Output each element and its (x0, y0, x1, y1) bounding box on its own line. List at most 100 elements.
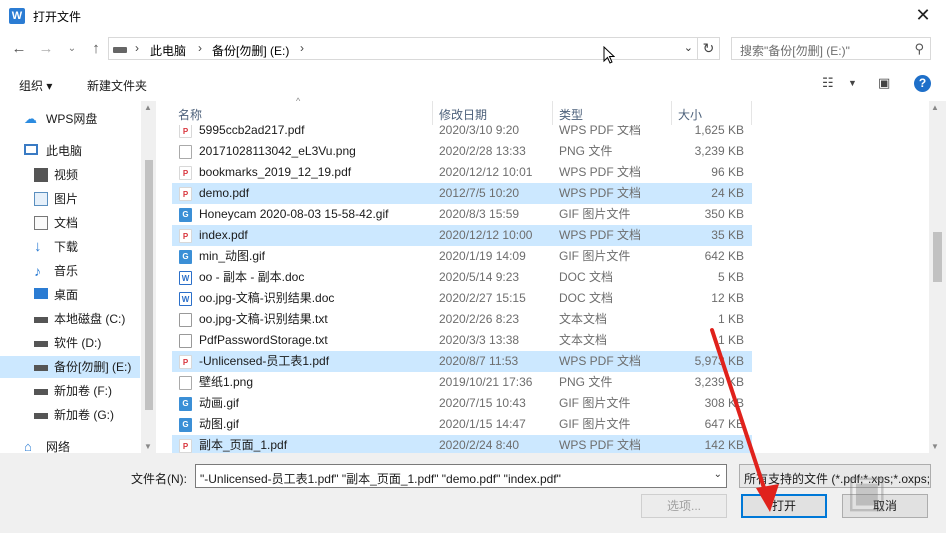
pdf-file-icon: P (179, 187, 192, 201)
sidebar-item-pictures[interactable]: 图片 (0, 188, 140, 210)
new-folder-button[interactable]: 新建文件夹 (87, 77, 147, 94)
txt-file-icon (179, 313, 192, 327)
file-row[interactable]: G Honeycam 2020-08-03 15-58-42.gif 2020/8/… (172, 204, 752, 225)
back-arrow-icon[interactable]: ← (9, 39, 29, 59)
sidebar-item-documents[interactable]: 文档 (0, 212, 140, 234)
file-row[interactable]: Woo - 副本 - 副本.doc 2020/5/14 9:23 DOC 文档 5 K… (172, 267, 752, 288)
view-options-icon[interactable]: ☷ (822, 75, 834, 91)
column-header-date[interactable]: 修改日期 (439, 106, 487, 123)
column-divider[interactable] (751, 101, 752, 125)
scroll-down-arrow-icon[interactable]: ▼ (931, 442, 939, 451)
refresh-icon[interactable]: ↻ (698, 37, 720, 60)
close-button[interactable]: ✕ (900, 0, 946, 31)
sidebar-item-downloads[interactable]: ↓ 下载 (0, 236, 140, 258)
file-date: 2020/2/28 13:33 (439, 144, 526, 158)
file-name: 副本_页面_1.pdf (199, 438, 288, 452)
column-divider[interactable] (432, 101, 433, 125)
file-row[interactable]: Gmin_动图.gif 2020/1/19 14:09 GIF 图片文件 642 KB (172, 246, 752, 267)
breadcrumb-drive-e[interactable]: 备份[勿删] (E:) (212, 42, 289, 59)
file-row[interactable]: G 动画.gif 2020/7/15 10:43 GIF 图片文件 308 KB (172, 393, 752, 414)
sidebar-item-music[interactable]: ♪ 音乐 (0, 260, 140, 282)
options-button[interactable]: 选项... (641, 494, 727, 518)
open-button[interactable]: 打开 (741, 494, 827, 518)
forward-arrow-icon[interactable]: → (36, 39, 56, 59)
file-date: 2020/2/24 8:40 (439, 438, 520, 452)
scroll-up-arrow-icon[interactable]: ▲ (144, 103, 152, 112)
file-type: 文本文档 (559, 312, 608, 326)
column-divider[interactable] (552, 101, 553, 125)
file-row[interactable]: P -Unlicensed-员工表1.pdf 2020/8/7 11:53 WPS P… (172, 351, 752, 372)
sidebar-item-this-pc[interactable]: 此电脑 (0, 140, 140, 162)
file-list-scrollbar-thumb[interactable] (933, 232, 942, 282)
search-box[interactable]: 搜索"备份[勿删] (E:)" ⚲ (731, 37, 931, 60)
file-list: P 5995ccb2ad217.pdf 2020/3/10 9:20 WPS PDF … (172, 125, 752, 453)
file-row[interactable]: G 动图.gif 2020/1/15 14:47 GIF 图片文件 647 KB (172, 414, 752, 435)
sidebar-item-network[interactable]: ⌂ 网络 (0, 436, 140, 454)
file-name: oo.jpg-文稿-识别结果.doc (199, 291, 335, 305)
organize-button[interactable]: 组织 ▾ (19, 77, 52, 94)
file-size: 96 KB (711, 165, 744, 179)
file-type: DOC 文档 (559, 291, 614, 305)
network-icon: ⌂ (24, 439, 32, 454)
pdf-file-icon: P (179, 355, 192, 369)
column-header-name[interactable]: 名称 (178, 106, 202, 123)
sidebar-item-videos[interactable]: 视频 (0, 164, 140, 186)
column-header-type[interactable]: 类型 (559, 106, 583, 123)
search-icon[interactable]: ⚲ (914, 41, 924, 57)
sidebar-item-drive-e[interactable]: 备份[勿删] (E:) (0, 356, 140, 378)
breadcrumb-chevron-icon[interactable]: › (135, 41, 139, 55)
filename-dropdown-icon[interactable]: ⌄ (714, 469, 722, 480)
sidebar-item-label: 软件 (D:) (54, 336, 102, 350)
file-name: demo.pdf (199, 186, 250, 200)
up-arrow-icon[interactable]: ↑ (86, 39, 106, 59)
file-type: WPS PDF 文档 (559, 186, 642, 200)
pdf-file-icon: P (179, 125, 192, 138)
column-header: 名称 修改日期 类型 大小 (172, 101, 752, 125)
file-row[interactable]: P 副本_页面_1.pdf 2020/2/24 8:40 WPS PDF 文档 142 … (172, 435, 752, 453)
sidebar-scrollbar-thumb[interactable] (145, 160, 153, 410)
file-row[interactable]: Woo.jpg-文稿-识别结果.doc 2020/2/27 15:15 DOC 文档… (172, 288, 752, 309)
drive-icon (34, 389, 48, 395)
sidebar-item-desktop[interactable]: 桌面 (0, 284, 140, 306)
view-dropdown-icon[interactable]: ▼ (848, 78, 857, 88)
sidebar-item-drive-c[interactable]: 本地磁盘 (C:) (0, 308, 140, 330)
breadcrumb-this-pc[interactable]: 此电脑 (150, 42, 186, 59)
file-date: 2020/12/12 10:00 (439, 228, 533, 242)
preview-pane-icon[interactable]: ▣ (878, 75, 890, 91)
desktop-icon (34, 288, 48, 299)
breadcrumb-chevron-icon[interactable]: › (198, 41, 202, 55)
file-date: 2020/1/15 14:47 (439, 417, 526, 431)
sidebar-item-label: 备份[勿删] (E:) (54, 360, 132, 374)
file-size: 5,973 KB (694, 354, 744, 368)
scroll-up-arrow-icon[interactable]: ▲ (931, 103, 939, 112)
sidebar-item-drive-d[interactable]: 软件 (D:) (0, 332, 140, 354)
sidebar-item-label: 新加卷 (G:) (54, 408, 114, 422)
file-row[interactable]: Pbookmarks_2019_12_19.pdf 2020/12/12 10:0… (172, 162, 752, 183)
breadcrumb-chevron-icon[interactable]: › (300, 41, 304, 55)
file-row[interactable]: PdfPasswordStorage.txt 2020/3/3 13:38 文本文档… (172, 330, 752, 351)
file-row[interactable]: P 5995ccb2ad217.pdf 2020/3/10 9:20 WPS PDF … (172, 125, 752, 141)
file-date: 2020/1/19 14:09 (439, 249, 526, 263)
file-row[interactable]: Pdemo.pdf 2012/7/5 10:20 WPS PDF 文档 24 KB (172, 183, 752, 204)
sidebar-item-wps-cloud[interactable]: ☁ WPS网盘 (0, 108, 140, 130)
file-type: GIF 图片文件 (559, 249, 631, 263)
help-icon[interactable]: ? (914, 75, 931, 92)
address-dropdown-icon[interactable]: ⌄ (684, 41, 693, 54)
file-name: 5995ccb2ad217.pdf (199, 125, 305, 137)
file-row[interactable]: 20171028113042_eL3Vu.png 2020/2/28 13:33 P… (172, 141, 752, 162)
file-type-select[interactable]: 所有支持的文件 (*.pdf;*.xps;*.oxps;*. (739, 464, 931, 488)
column-divider[interactable] (671, 101, 672, 125)
sidebar-item-label: 网络 (46, 440, 71, 453)
recent-locations-dropdown-icon[interactable]: ⌄ (62, 39, 82, 59)
scroll-down-arrow-icon[interactable]: ▼ (144, 442, 152, 451)
file-name: bookmarks_2019_12_19.pdf (199, 165, 352, 179)
doc-file-icon: W (179, 292, 192, 306)
file-row[interactable]: oo.jpg-文稿-识别结果.txt 2020/2/26 8:23 文本文档 1 KB (172, 309, 752, 330)
file-row[interactable]: Pindex.pdf 2020/12/12 10:00 WPS PDF 文档 35 K… (172, 225, 752, 246)
sidebar-item-drive-g[interactable]: 新加卷 (G:) (0, 404, 140, 426)
sidebar-item-label: 文档 (54, 216, 79, 230)
file-row[interactable]: 壁纸1.png 2019/10/21 17:36 PNG 文件 3,239 KB (172, 372, 752, 393)
filename-input[interactable]: "-Unlicensed-员工表1.pdf" "副本_页面_1.pdf" "de… (195, 464, 727, 488)
column-header-size[interactable]: 大小 (678, 106, 702, 123)
sidebar-item-drive-f[interactable]: 新加卷 (F:) (0, 380, 140, 402)
